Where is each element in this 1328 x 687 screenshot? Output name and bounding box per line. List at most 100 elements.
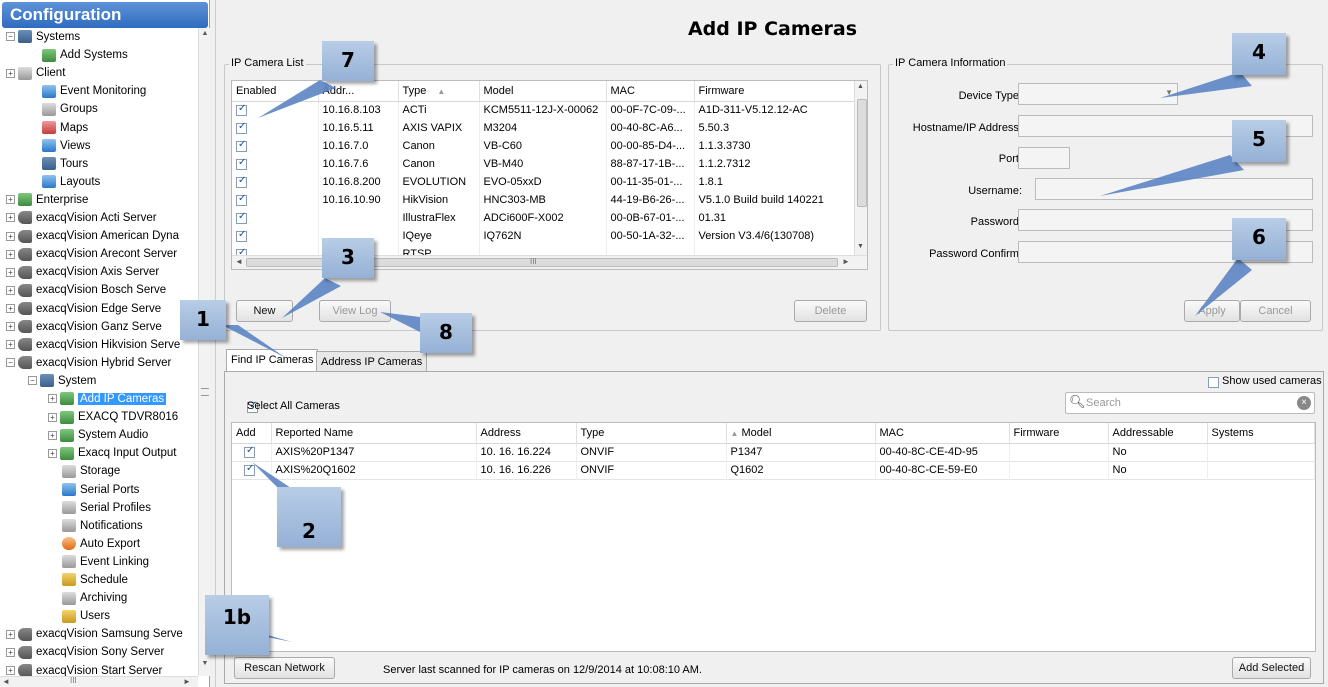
col-find-model[interactable]: ▲ Model (726, 423, 876, 444)
tree-item-archiving[interactable]: Archiving (62, 589, 127, 607)
ip-table-vscroll[interactable]: ▲ ▼ (854, 81, 867, 255)
port-input[interactable] (1018, 147, 1070, 169)
expand-icon[interactable]: + (6, 285, 15, 295)
config-tree[interactable]: − Systems Add Systems + Client Event Monitori… (0, 28, 198, 676)
device-type-select[interactable]: ▼ (1018, 83, 1178, 105)
tree-item-serial-profiles[interactable]: Serial Profiles (62, 499, 151, 517)
delete-button[interactable]: Delete (794, 300, 867, 322)
enabled-checkbox[interactable] (236, 157, 247, 170)
scroll-up-icon[interactable]: ▲ (199, 30, 211, 37)
tree-item-users[interactable]: Users (62, 607, 110, 625)
expand-icon[interactable]: + (6, 213, 15, 223)
col-systems[interactable]: Systems (1207, 423, 1315, 444)
show-used-cameras-checkbox[interactable] (1208, 376, 1219, 388)
ip-camera-row[interactable]: 10.16.5.11AXIS VAPIXM320400-40-8C-A6...5… (232, 119, 855, 137)
scroll-right-icon[interactable]: ► (183, 677, 191, 686)
col-model[interactable]: Model (479, 81, 607, 102)
clear-search-icon[interactable]: × (1297, 396, 1311, 410)
tree-item-views[interactable]: Views (42, 137, 90, 155)
collapse-icon[interactable]: − (6, 358, 15, 368)
col-find-type[interactable]: Type (576, 423, 727, 444)
col-type[interactable]: Type ▲ (398, 81, 480, 102)
tree-item-layouts[interactable]: Layouts (42, 173, 100, 191)
tree-item-add-systems[interactable]: Add Systems (42, 46, 128, 64)
new-button[interactable]: New (236, 300, 293, 322)
tree-item-event-linking[interactable]: Event Linking (62, 553, 149, 571)
tree-item-groups[interactable]: Groups (42, 100, 98, 118)
enabled-checkbox[interactable] (236, 175, 247, 188)
col-enabled[interactable]: Enabled (232, 81, 319, 102)
col-find-mac[interactable]: MAC (875, 423, 1010, 444)
col-add[interactable]: Add (232, 423, 272, 444)
tree-item-add-ip-cameras[interactable]: + Add IP Cameras (48, 390, 167, 408)
tree-item-exacqvision-edge-serve[interactable]: + exacqVision Edge Serve (6, 300, 161, 318)
username-input[interactable] (1035, 178, 1313, 200)
col-reported-name[interactable]: Reported Name (271, 423, 477, 444)
expand-icon[interactable]: + (6, 231, 15, 241)
add-selected-button[interactable]: Add Selected (1232, 657, 1311, 679)
tree-item-system[interactable]: − System (28, 372, 96, 390)
enabled-checkbox[interactable] (236, 229, 247, 242)
enabled-checkbox[interactable] (236, 211, 247, 224)
add-checkbox[interactable] (244, 445, 255, 458)
tree-item-storage[interactable]: Storage (62, 462, 120, 480)
col-address[interactable]: Addr... (318, 81, 399, 102)
expand-icon[interactable]: + (6, 665, 15, 675)
tree-item-system-audio[interactable]: + System Audio (48, 426, 148, 444)
cancel-button[interactable]: Cancel (1240, 300, 1311, 322)
expand-icon[interactable]: + (6, 303, 15, 313)
tree-item-schedule[interactable]: Schedule (62, 571, 128, 589)
ip-camera-row[interactable]: 10.16.8.200EVOLUTIONEVO-05xxD00-11-35-01… (232, 173, 855, 191)
tree-item-systems[interactable]: − Systems (6, 28, 80, 46)
ip-camera-row[interactable]: 10.16.10.90HikVisionHNC303-MB44-19-B6-26… (232, 191, 855, 209)
tree-item-client[interactable]: + Client (6, 64, 65, 82)
scroll-up-icon[interactable]: ▲ (857, 83, 864, 90)
enabled-checkbox[interactable] (236, 121, 247, 134)
tree-horizontal-scrollbar[interactable]: ◄ III ► (0, 676, 198, 687)
tree-item-event-monitoring[interactable]: Event Monitoring (42, 82, 146, 100)
scroll-left-icon[interactable]: ◄ (235, 257, 243, 266)
tree-item-exacqvision-ganz-serve[interactable]: + exacqVision Ganz Serve (6, 318, 162, 336)
tree-item-exacqvision-american-dyna[interactable]: + exacqVision American Dyna (6, 227, 179, 245)
scroll-grip-icon[interactable] (201, 388, 209, 396)
tree-item-exacqvision-hybrid-server[interactable]: − exacqVision Hybrid Server (6, 354, 171, 372)
tab-find-ip-cameras[interactable]: Find IP Cameras (226, 349, 319, 372)
expand-icon[interactable]: + (6, 68, 15, 78)
tree-item-exacqvision-sony-server[interactable]: + exacqVision Sony Server (6, 643, 164, 661)
expand-icon[interactable]: + (48, 394, 57, 404)
ip-camera-row[interactable]: 10.16.7.0CanonVB-C6000-00-85-D4-...1.1.3… (232, 137, 855, 155)
tree-item-enterprise[interactable]: + Enterprise (6, 191, 88, 209)
expand-icon[interactable]: + (48, 412, 57, 422)
tree-item-exacqvision-acti-server[interactable]: + exacqVision Acti Server (6, 209, 157, 227)
col-addressable[interactable]: Addressable (1108, 423, 1208, 444)
tree-item-exacqvision-arecont-server[interactable]: + exacqVision Arecont Server (6, 245, 177, 263)
col-find-firmware[interactable]: Firmware (1009, 423, 1109, 444)
ip-camera-row[interactable]: 10.16.8.103ACTiKCM5511-12J-X-0006200-0F-… (232, 101, 855, 119)
ip-camera-row[interactable]: 10.16.7.6CanonVB-M4088-87-17-1B-...1.1.2… (232, 155, 855, 173)
tree-item-exacqvision-hikvision-serve[interactable]: + exacqVision Hikvision Serve (6, 336, 180, 354)
tree-item-exacq-input-output[interactable]: + Exacq Input Output (48, 444, 176, 462)
found-camera-row[interactable]: AXIS%20Q160210. 16. 16.226ONVIFQ160200-4… (232, 461, 1315, 479)
expand-icon[interactable]: + (6, 647, 15, 657)
scroll-right-icon[interactable]: ► (842, 257, 850, 266)
tree-item-exacqvision-bosch-serve[interactable]: + exacqVision Bosch Serve (6, 281, 166, 299)
tree-item-exacqvision-start-server[interactable]: + exacqVision Start Server (6, 662, 162, 676)
expand-icon[interactable]: + (6, 340, 15, 350)
scroll-down-icon[interactable]: ▼ (199, 660, 211, 667)
tree-item-notifications[interactable]: Notifications (62, 517, 143, 535)
rescan-network-button[interactable]: Rescan Network (234, 657, 335, 679)
enabled-checkbox[interactable] (236, 139, 247, 152)
view-log-button[interactable]: View Log (319, 300, 391, 322)
tree-item-tours[interactable]: Tours (42, 155, 88, 173)
found-camera-row[interactable]: AXIS%20P134710. 16. 16.224ONVIFP134700-4… (232, 443, 1315, 461)
collapse-icon[interactable]: − (6, 32, 15, 42)
enabled-checkbox[interactable] (236, 193, 247, 206)
expand-icon[interactable]: + (6, 249, 15, 259)
tree-item-exacqvision-axis-server[interactable]: + exacqVision Axis Server (6, 263, 159, 281)
expand-icon[interactable]: + (48, 430, 57, 440)
col-firmware[interactable]: Firmware (694, 81, 855, 102)
col-find-address[interactable]: Address (476, 423, 577, 444)
tree-item-exacqvision-samsung-serve[interactable]: + exacqVision Samsung Serve (6, 625, 183, 643)
tree-vertical-scrollbar[interactable]: ▲ ▼ (198, 28, 210, 676)
collapse-icon[interactable]: − (28, 376, 37, 386)
